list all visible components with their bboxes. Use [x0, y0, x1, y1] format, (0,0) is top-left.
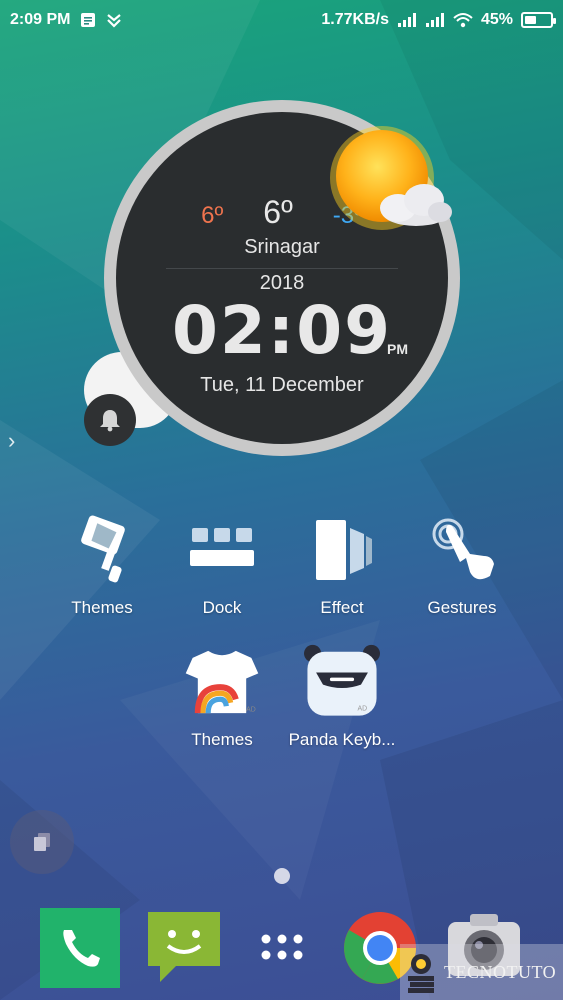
- notes-notification-icon: [81, 13, 96, 27]
- app-themes[interactable]: Themes: [42, 512, 162, 618]
- svg-text:AD: AD: [358, 706, 368, 713]
- sun-cloud-weather-icon[interactable]: [324, 120, 454, 240]
- clock-time[interactable]: 02:09: [116, 292, 448, 369]
- clock-ampm: PM: [387, 341, 408, 357]
- app-label: Themes: [191, 730, 253, 749]
- battery-icon: [521, 12, 556, 28]
- current-temp: 6º: [263, 194, 293, 230]
- dock-phone[interactable]: [40, 908, 120, 988]
- app-dock[interactable]: Dock: [162, 512, 282, 618]
- chevron-right-icon[interactable]: ›: [8, 428, 15, 454]
- signal-icon-2: [425, 13, 444, 27]
- dock-messages[interactable]: [144, 908, 224, 988]
- dock-app-drawer[interactable]: [242, 908, 322, 988]
- app-gestures[interactable]: Gestures: [402, 512, 522, 618]
- effect-icon: [304, 512, 380, 588]
- status-time: 2:09 PM: [10, 11, 71, 28]
- widget-divider: [166, 268, 398, 269]
- page-indicator-dot[interactable]: [274, 868, 290, 884]
- dock-icon: [184, 512, 260, 588]
- watermark-text: TECNOTUTO: [444, 961, 557, 982]
- panda-keyboard-icon: AD: [304, 644, 380, 720]
- phone-icon: [40, 908, 120, 988]
- app-notification-icon: [107, 14, 122, 28]
- weather-clock-widget[interactable]: 6º 6º -3º Srinagar 2018 02:09 PM Tue, 11…: [104, 100, 460, 456]
- svg-text:AD: AD: [246, 706, 256, 713]
- app-drawer-icon: [261, 934, 303, 960]
- network-speed: 1.77KB/s: [321, 11, 389, 28]
- app-label: Dock: [202, 598, 242, 617]
- watermark-logo-icon: [408, 954, 434, 993]
- app-panda-keyboard[interactable]: AD Panda Keyb...: [282, 644, 402, 750]
- recent-apps-icon: [34, 833, 50, 851]
- wifi-icon: [453, 13, 473, 28]
- tshirt-rainbow-icon: AD: [184, 644, 260, 720]
- bell-icon: [100, 410, 120, 432]
- clock-date: Tue, 11 December: [200, 374, 364, 396]
- signal-icon: [397, 13, 416, 27]
- status-bar: 2:09 PM 1.77KB/s 45%: [0, 0, 563, 40]
- battery-fill: [525, 16, 536, 24]
- app-label: Themes: [71, 598, 133, 617]
- low-temp: 6º: [201, 202, 224, 229]
- app-label: Gestures: [427, 598, 497, 617]
- gesture-hand-icon: [424, 512, 500, 588]
- recent-apps-button[interactable]: [10, 810, 74, 874]
- paint-roller-icon: [64, 512, 140, 588]
- app-themes-ad[interactable]: AD Themes: [162, 644, 282, 750]
- battery-percent: 45%: [480, 11, 513, 28]
- app-label: Panda Keyb...: [288, 730, 396, 749]
- app-label: Effect: [320, 598, 364, 617]
- watermark: TECNOTUTO: [400, 944, 563, 1000]
- alarm-button[interactable]: [84, 394, 136, 446]
- messages-icon: [148, 912, 220, 982]
- app-effect[interactable]: Effect: [282, 512, 402, 618]
